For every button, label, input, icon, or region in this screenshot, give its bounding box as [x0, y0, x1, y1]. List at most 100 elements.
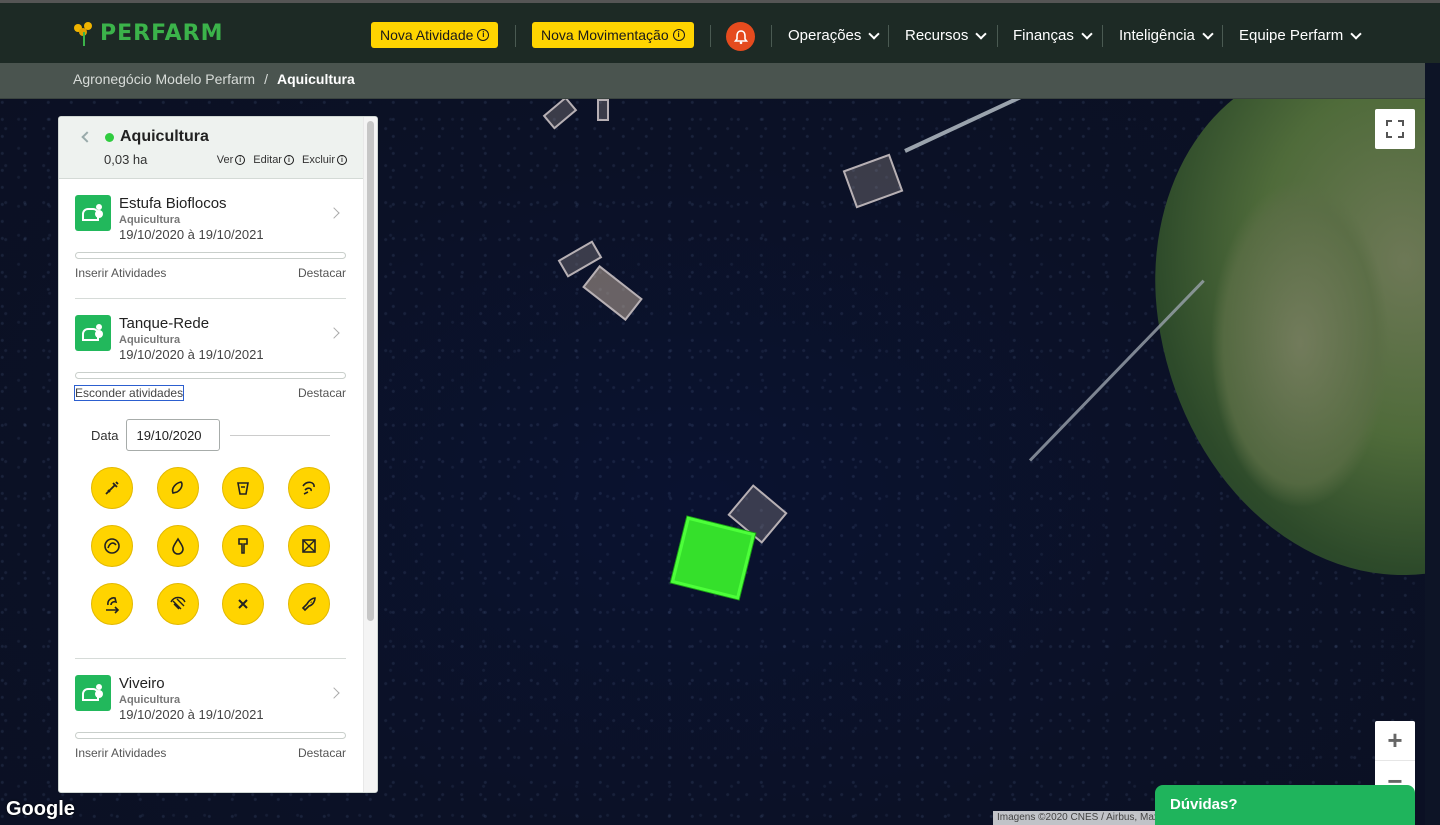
bucket-icon[interactable] — [222, 467, 265, 509]
tool-icon[interactable] — [222, 525, 265, 567]
nova-movimentacao-label: Nova Movimentação — [541, 27, 669, 43]
excluir-label: Excluir — [301, 154, 335, 166]
divider — [230, 435, 330, 436]
breadcrumb-separator: / — [264, 71, 268, 87]
destacar-link[interactable]: Destacar — [298, 386, 346, 400]
logo-text: PERFARM — [100, 21, 224, 46]
nav-label: Inteligência — [1119, 27, 1195, 44]
item-dates: 19/10/2020 à 19/10/2021 — [119, 707, 264, 722]
syringe-icon[interactable] — [91, 467, 133, 509]
breadcrumb-bar: Agronegócio Modelo Perfarm / Aquicultura — [0, 63, 1425, 99]
fishing-net-icon[interactable] — [156, 583, 199, 625]
progress-bar — [75, 732, 346, 739]
fullscreen-button[interactable] — [1375, 109, 1415, 149]
divider — [771, 25, 772, 47]
date-row: Data — [91, 419, 221, 451]
inserir-atividades-link[interactable]: Inserir Atividades — [75, 746, 166, 760]
nav-label: Operações — [788, 27, 862, 44]
item-dates: 19/10/2020 à 19/10/2021 — [119, 347, 264, 362]
help-chat-button[interactable]: Dúvidas? — [1155, 785, 1415, 825]
nav-label: Equipe Perfarm — [1239, 27, 1344, 44]
back-arrow-icon[interactable] — [81, 131, 93, 143]
progress-bar — [75, 372, 346, 379]
date-label: Data — [91, 427, 119, 443]
panel-actions: Ver i Editar i Excluir i — [217, 154, 347, 166]
sunflower-icon — [74, 21, 94, 46]
inserir-atividades-link[interactable]: Inserir Atividades — [75, 266, 166, 280]
nav-operacoes[interactable]: Operações — [788, 27, 881, 44]
aquaculture-icon — [75, 195, 111, 231]
divider — [75, 298, 346, 299]
divider — [1222, 25, 1223, 47]
water-drop-icon[interactable] — [156, 525, 199, 567]
dock — [597, 99, 609, 121]
close-icon[interactable] — [222, 583, 265, 625]
item-type: Aquicultura — [119, 214, 181, 226]
info-icon: i — [235, 155, 246, 165]
nav-equipe-perfarm[interactable]: Equipe Perfarm — [1239, 27, 1362, 44]
chevron-right-icon[interactable] — [328, 207, 340, 219]
scroll-thumb[interactable] — [367, 121, 374, 621]
panel-scrollbar[interactable] — [363, 117, 377, 792]
perfarm-logo[interactable]: PERFARM — [74, 21, 223, 46]
panel-area: 0,03 ha — [104, 152, 148, 167]
nav-recursos[interactable]: Recursos — [905, 27, 988, 44]
nav-financas[interactable]: Finanças — [1013, 27, 1093, 44]
info-icon: i — [477, 29, 490, 41]
nova-atividade-button[interactable]: Nova Atividade i — [371, 22, 499, 48]
panel-header: Aquicultura 0,03 ha Ver i Editar i Excluir… — [59, 117, 377, 179]
net-icon[interactable] — [287, 467, 330, 509]
fish-icon[interactable] — [287, 583, 330, 625]
top-navbar: PERFARM Nova Atividade i Nova Movimentaç… — [0, 0, 1440, 63]
info-icon: i — [672, 29, 685, 41]
divider — [1102, 25, 1103, 47]
item-name: Tanque-Rede — [119, 315, 210, 332]
chevron-right-icon[interactable] — [328, 687, 340, 699]
destacar-link[interactable]: Destacar — [298, 266, 346, 280]
excluir-link[interactable]: Excluir i — [302, 154, 347, 166]
item-dates: 19/10/2020 à 19/10/2021 — [119, 227, 264, 242]
chevron-down-icon — [1350, 27, 1362, 40]
aquaculture-icon — [75, 315, 111, 351]
chevron-right-icon[interactable] — [328, 327, 340, 339]
chevron-down-icon — [975, 27, 988, 40]
area-panel: Aquicultura 0,03 ha Ver i Editar i Excluir… — [58, 116, 378, 793]
progress-bar — [75, 252, 346, 259]
list-item[interactable]: Estufa Bioflocos Aquicultura 19/10/2020 … — [75, 195, 346, 285]
editar-label: Editar — [253, 154, 282, 166]
panel-title: Aquicultura — [120, 128, 209, 145]
nav-label: Recursos — [905, 27, 969, 44]
nav-inteligencia[interactable]: Inteligência — [1119, 27, 1214, 44]
chevron-down-icon — [868, 27, 881, 40]
fullscreen-icon — [1386, 120, 1404, 138]
breadcrumb: Agronegócio Modelo Perfarm / Aquicultura — [73, 71, 355, 87]
editar-link[interactable]: Editar i — [253, 154, 294, 166]
divider — [997, 25, 998, 47]
divider — [888, 25, 889, 47]
zoom-in-button[interactable]: + — [1375, 721, 1415, 761]
date-input[interactable] — [126, 419, 221, 451]
nova-movimentacao-button[interactable]: Nova Movimentação i — [532, 22, 694, 48]
divider — [75, 658, 346, 659]
ver-link[interactable]: Ver i — [217, 154, 246, 166]
transfer-icon[interactable] — [91, 583, 133, 625]
shoreline-vegetation — [1210, 179, 1390, 509]
item-type: Aquicultura — [119, 334, 181, 346]
notifications-bell-icon[interactable] — [726, 22, 755, 51]
chevron-down-icon — [1081, 27, 1093, 40]
info-icon: i — [337, 155, 347, 165]
item-name: Viveiro — [119, 675, 165, 692]
destacar-link[interactable]: Destacar — [298, 746, 346, 760]
nova-atividade-label: Nova Atividade — [380, 27, 474, 43]
ver-label: Ver — [216, 154, 234, 166]
scale-icon[interactable] — [91, 525, 133, 567]
activity-icon-grid — [91, 467, 330, 625]
feed-icon[interactable] — [156, 467, 199, 509]
list-item[interactable]: Tanque-Rede Aquicultura 19/10/2020 à 19/… — [73, 315, 346, 405]
item-type: Aquicultura — [119, 694, 181, 706]
list-item[interactable]: Viveiro Aquicultura 19/10/2020 à 19/10/2… — [75, 675, 346, 765]
breadcrumb-parent[interactable]: Agronegócio Modelo Perfarm — [73, 71, 255, 87]
esconder-atividades-link[interactable]: Esconder atividades — [73, 385, 185, 401]
box-icon[interactable] — [287, 525, 330, 567]
divider — [710, 25, 711, 47]
